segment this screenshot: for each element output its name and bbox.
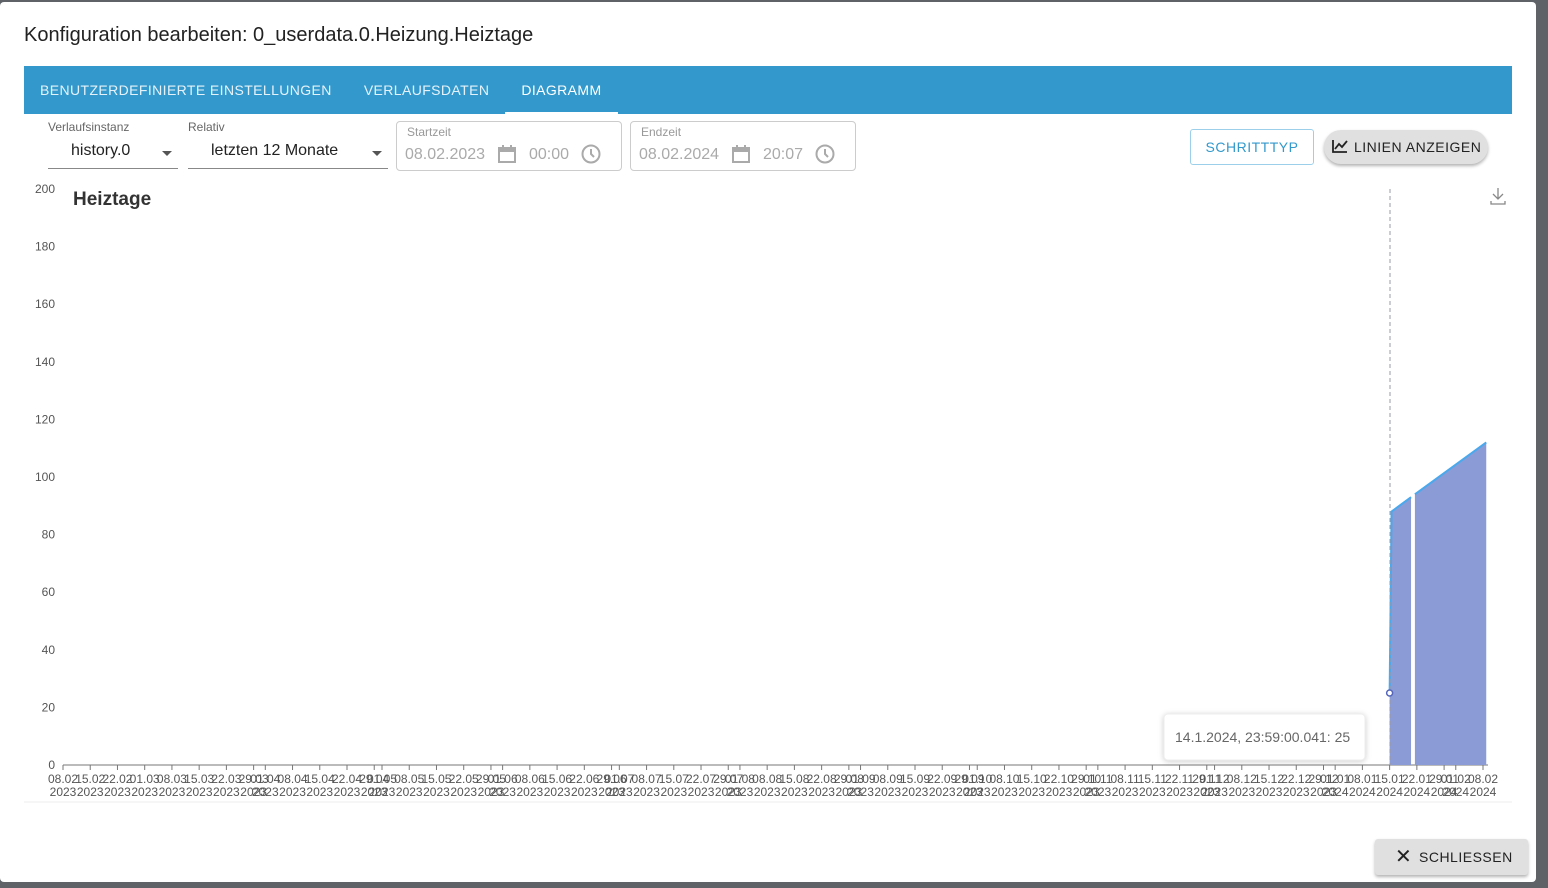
x-tick-label: 22.04 2023 (332, 772, 362, 799)
chart-title: Heiztage (73, 189, 151, 210)
y-tick-label: 0 (48, 758, 55, 772)
x-tick-label: 01.11 2023 (1083, 772, 1112, 799)
x-tick-label: 01.01 2024 (1320, 772, 1350, 799)
x-tick-label: 15.08 2023 (779, 772, 809, 799)
close-label: SCHLIESSEN (1419, 849, 1513, 865)
x-tick-label: 22.12 2023 (1281, 772, 1311, 799)
x-tick-label: 15.05 2023 (421, 772, 451, 799)
x-tick-label: 15.11 2023 (1138, 772, 1167, 799)
close-icon: ✕ (1395, 846, 1413, 868)
x-tick-label: 08.08 2023 (752, 772, 782, 799)
y-tick-label: 160 (35, 297, 55, 311)
y-tick-label: 20 (42, 700, 56, 714)
x-tick-label: 22.09 2023 (927, 772, 957, 799)
x-tick-label: 22.11 2023 (1165, 772, 1194, 799)
chart: Heiztage 0 20 40 60 80 100 120 140 160 180 200 08.0… (24, 182, 1512, 803)
x-tick-label: 08.11 2023 (1111, 772, 1140, 799)
x-tick-label: 22.05 2023 (449, 772, 479, 799)
y-tick-label: 200 (35, 182, 55, 196)
x-tick-label: 01.12 2023 (1200, 772, 1230, 799)
x-tick-label: 01.06 2023 (488, 772, 518, 799)
x-tick-label: 15.12 2023 (1254, 772, 1284, 799)
tooltip-text: 14.1.2024, 23:59:00.041: 25 (1175, 729, 1350, 745)
x-tick-label: 08.02 2024 (1468, 772, 1498, 799)
x-tick-label: 08.01 2024 (1347, 772, 1377, 799)
x-tick-label: 22.02 2023 (102, 772, 132, 799)
x-tick-label: 22.07 2023 (686, 772, 716, 799)
x-tick-label: 15.07 2023 (659, 772, 689, 799)
x-tick-label: 08.06 2023 (515, 772, 545, 799)
x-tick-label: 22.10 2023 (1044, 772, 1074, 799)
x-tick-label: 08.07 2023 (632, 772, 662, 799)
x-tick-label: 08.04 2023 (278, 772, 308, 799)
x-tick-label: 22.03 2023 (211, 772, 241, 799)
download-icon[interactable] (1490, 188, 1506, 205)
x-tick-label: 15.06 2023 (542, 772, 572, 799)
x-tick-label: 15.01 2024 (1375, 772, 1405, 799)
x-tick-label: 01.07 2023 (604, 772, 634, 799)
x-tick-label: 15.10 2023 (1017, 772, 1047, 799)
y-tick-label: 100 (35, 470, 55, 484)
y-tick-label: 120 (35, 412, 55, 426)
y-tick-label: 80 (42, 528, 56, 542)
x-tick-label: 08.05 2023 (394, 772, 424, 799)
x-tick-label: 15.04 2023 (305, 772, 335, 799)
x-tick-label: 01.04 2023 (250, 772, 280, 799)
x-tick-label: 15.03 2023 (184, 772, 214, 799)
x-tick-label: 01.03 2023 (130, 772, 160, 799)
x-tick-label: 08.10 2023 (989, 772, 1019, 799)
area-segment (1414, 442, 1487, 765)
x-tick-label: 08.12 2023 (1227, 772, 1257, 799)
x-tick-label: 01.10 2023 (962, 772, 992, 799)
y-tick-label: 60 (42, 585, 56, 599)
x-tick-label: 08.02 2023 (48, 772, 78, 799)
area-segment (1389, 497, 1412, 765)
x-tick-label: 01.08 2023 (725, 772, 755, 799)
x-tick-label: 22.06 2023 (569, 772, 599, 799)
x-tick-label: 22.01 2024 (1402, 772, 1432, 799)
tooltip: 14.1.2024, 23:59:00.041: 25 (1163, 713, 1366, 761)
x-tick-label: 01.09 2023 (846, 772, 876, 799)
y-tick-label: 40 (42, 643, 56, 657)
y-tick-label: 140 (35, 355, 55, 369)
x-tick-label: 01.02 2024 (1441, 772, 1471, 799)
edit-config-dialog: Konfiguration bearbeiten: 0_userdata.0.H… (0, 2, 1536, 882)
x-tick-label: 01.05 2023 (367, 772, 397, 799)
x-tick-label: 22.08 2023 (807, 772, 837, 799)
y-tick-label: 180 (35, 240, 55, 254)
x-tick-label: 08.03 2023 (157, 772, 187, 799)
close-button[interactable]: ✕ SCHLIESSEN (1375, 839, 1528, 875)
x-tick-label: 15.02 2023 (75, 772, 105, 799)
x-tick-label: 08.09 2023 (873, 772, 903, 799)
x-tick-label: 15.09 2023 (900, 772, 930, 799)
hover-point (1385, 689, 1394, 697)
